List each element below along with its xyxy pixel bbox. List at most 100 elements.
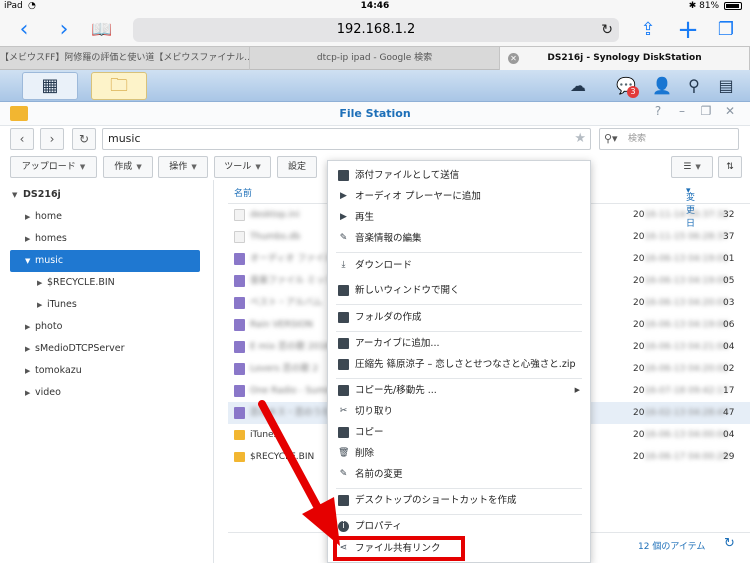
date-rest: 16-06-13 04:20:02 [644,364,729,374]
shortcut-icon: ↗ [338,495,349,506]
settings-label: 設定 [287,162,306,172]
battery-status: ✱ 81% [689,1,742,11]
tab-diskstation[interactable]: ✕ DS216j - Synology DiskStation [500,47,750,70]
tree-item-itunes[interactable]: ▶ iTunes [0,294,206,316]
tree-item-homes[interactable]: ▶ homes [0,228,206,250]
maximize-icon[interactable]: ❐ [698,104,714,118]
date-prefix: 20 [633,232,645,242]
column-modified[interactable]: 変更日 ▾ [686,186,695,229]
column-name[interactable]: 名前 [234,186,252,199]
search-input[interactable]: ⚲▾ 検索 [599,128,739,150]
menu-item-create-shortcut[interactable]: ↗ デスクトップのショートカットを作成 [328,490,590,511]
tree-item-photo[interactable]: ▶ photo [0,316,206,338]
audio-file-icon [234,319,245,331]
close-tab-icon[interactable]: ✕ [508,53,519,64]
menu-item-label: コピー先/移動先 ... [355,385,437,396]
nav-back-button[interactable]: ‹ [10,128,34,150]
tree-item-music[interactable]: ▼ music [10,250,200,272]
menu-item-delete[interactable]: 🗑 削除 [328,443,590,464]
menu-item-play[interactable]: ▶ 再生 [328,207,590,228]
tree-item-smediodtcpserver[interactable]: ▶ sMedioDTCPServer [0,338,206,360]
folder-search-icon: 🗀 [110,75,128,96]
sort-button[interactable]: ⇅ [718,156,742,178]
bookmarks-icon[interactable]: 📖 [88,16,116,44]
forward-icon[interactable]: › [50,16,78,44]
menu-item-cut[interactable]: ✂ 切り取り [328,401,590,422]
date-rest: 16-06-17 04:00:29 [644,452,729,462]
download-icon: ⤓ [341,260,346,270]
ios-status-bar: iPad ◔ 14:46 ✱ 81% [0,0,750,14]
widgets-icon[interactable]: ▤ [714,74,738,98]
window-titlebar: File Station ? – ❐ ✕ [0,102,750,126]
reload-icon[interactable]: ↻ [601,18,613,42]
file-icon [234,231,245,243]
item-count: 12 個のアイテム [638,542,706,552]
file-name: Thumbs.db [250,232,301,242]
date-end: 04 [723,430,735,440]
menu-item-send-attachment[interactable]: ✉ 添付ファイルとして送信 [328,165,590,186]
user-icon[interactable]: 👤 [650,74,674,98]
share-icon[interactable]: ⇪ [634,16,662,44]
play-icon: ▶ [340,191,347,201]
audio-file-icon [234,253,245,265]
tree-item-home[interactable]: ▶ home [0,206,206,228]
tree-item-recycle-bin[interactable]: ▶ $RECYCLE.BIN [0,272,206,294]
tools-button[interactable]: ツール ▼ [214,156,271,178]
view-mode-button[interactable]: ☰ ▼ [671,156,713,178]
tabs-overview-icon[interactable]: ❐ [712,16,740,44]
scissors-icon: ✂ [339,406,348,416]
tree-item-label: photo [35,321,63,332]
folder-icon [234,452,245,462]
tab-google-search[interactable]: dtcp-ip ipad - Google 検索 [250,47,500,70]
menu-item-add-to-archive[interactable]: ▣ アーカイブに追加... [328,333,590,354]
action-button[interactable]: 操作 ▼ [158,156,208,178]
menu-item-rename[interactable]: ✎ 名前の変更 [328,464,590,485]
tree-root[interactable]: ▼ DS216j [0,184,206,206]
help-icon[interactable]: ? [650,104,666,118]
nav-forward-button[interactable]: › [40,128,64,150]
tree-item-tomokazu[interactable]: ▶ tomokazu [0,360,206,382]
star-icon[interactable]: ★ [574,129,586,149]
search-icon[interactable]: ⚲ [682,74,706,98]
date-prefix: 20 [633,210,645,220]
settings-button[interactable]: 設定 [277,156,317,178]
date-prefix: 20 [633,254,645,264]
upload-button[interactable]: アップロード ▼ [10,156,97,178]
file-station-taskbar-button[interactable]: 🗀 [91,72,147,100]
menu-item-label: 圧縮先 篠原涼子 – 恋しさとせつなさと心強さと.zip [355,359,576,370]
menu-item-compress-to-zip[interactable]: ▣ 圧縮先 篠原涼子 – 恋しさとせつなさと心強さと.zip [328,354,590,375]
audio-file-icon [234,275,245,287]
refresh-icon[interactable]: ↻ [724,536,735,551]
date-prefix: 20 [633,276,645,286]
menu-item-create-folder[interactable]: + フォルダの作成 [328,307,590,328]
menu-item-edit-music-info[interactable]: ✎ 音楽情報の編集 [328,228,590,249]
address-bar[interactable]: 192.168.1.2 ↻ [133,18,619,42]
menu-item-add-to-audio-player[interactable]: ▶ オーディオ プレーヤーに追加 [328,186,590,207]
battery-icon [724,1,742,10]
date-end: 47 [723,408,735,418]
nav-refresh-button[interactable]: ↻ [72,128,96,150]
date-end: 04 [723,342,735,352]
menu-item-download[interactable]: ⤓ ダウンロード [328,255,590,276]
menu-item-properties[interactable]: i プロパティ [328,516,590,537]
tree-item-label: sMedioDTCPServer [35,343,125,354]
date-prefix: 20 [633,386,645,396]
create-button[interactable]: 作成 ▼ [103,156,153,178]
main-menu-button[interactable]: ▦ [22,72,78,100]
dsm-taskbar: ▦ 🗀 ☁ 💬 3 👤 ⚲ ▤ [0,70,750,102]
path-field[interactable]: music ★ [102,128,591,150]
date-end: 01 [723,254,735,264]
close-window-icon[interactable]: ✕ [722,104,738,118]
menu-item-open-new-window[interactable]: + 新しいウィンドウで開く [328,280,590,301]
collapsed-icon: ▶ [25,213,31,221]
minimize-icon[interactable]: – [674,104,690,118]
menu-item-copy[interactable]: ⧉ コピー [328,422,590,443]
menu-item-label: ダウンロード [355,260,413,271]
tree-item-video[interactable]: ▶ video [0,382,206,404]
new-tab-icon[interactable]: + [674,16,702,44]
new-window-icon: + [338,285,349,296]
cloud-status-icon[interactable]: ☁ [566,74,590,98]
back-icon[interactable]: ‹ [10,16,38,44]
tab-mobius[interactable]: 【メビウスFF】阿修羅の評価と使い道【メビウスファイナル… [0,47,250,70]
menu-item-copy-move-to[interactable]: ⧉ コピー先/移動先 ... ▶ [328,380,590,401]
